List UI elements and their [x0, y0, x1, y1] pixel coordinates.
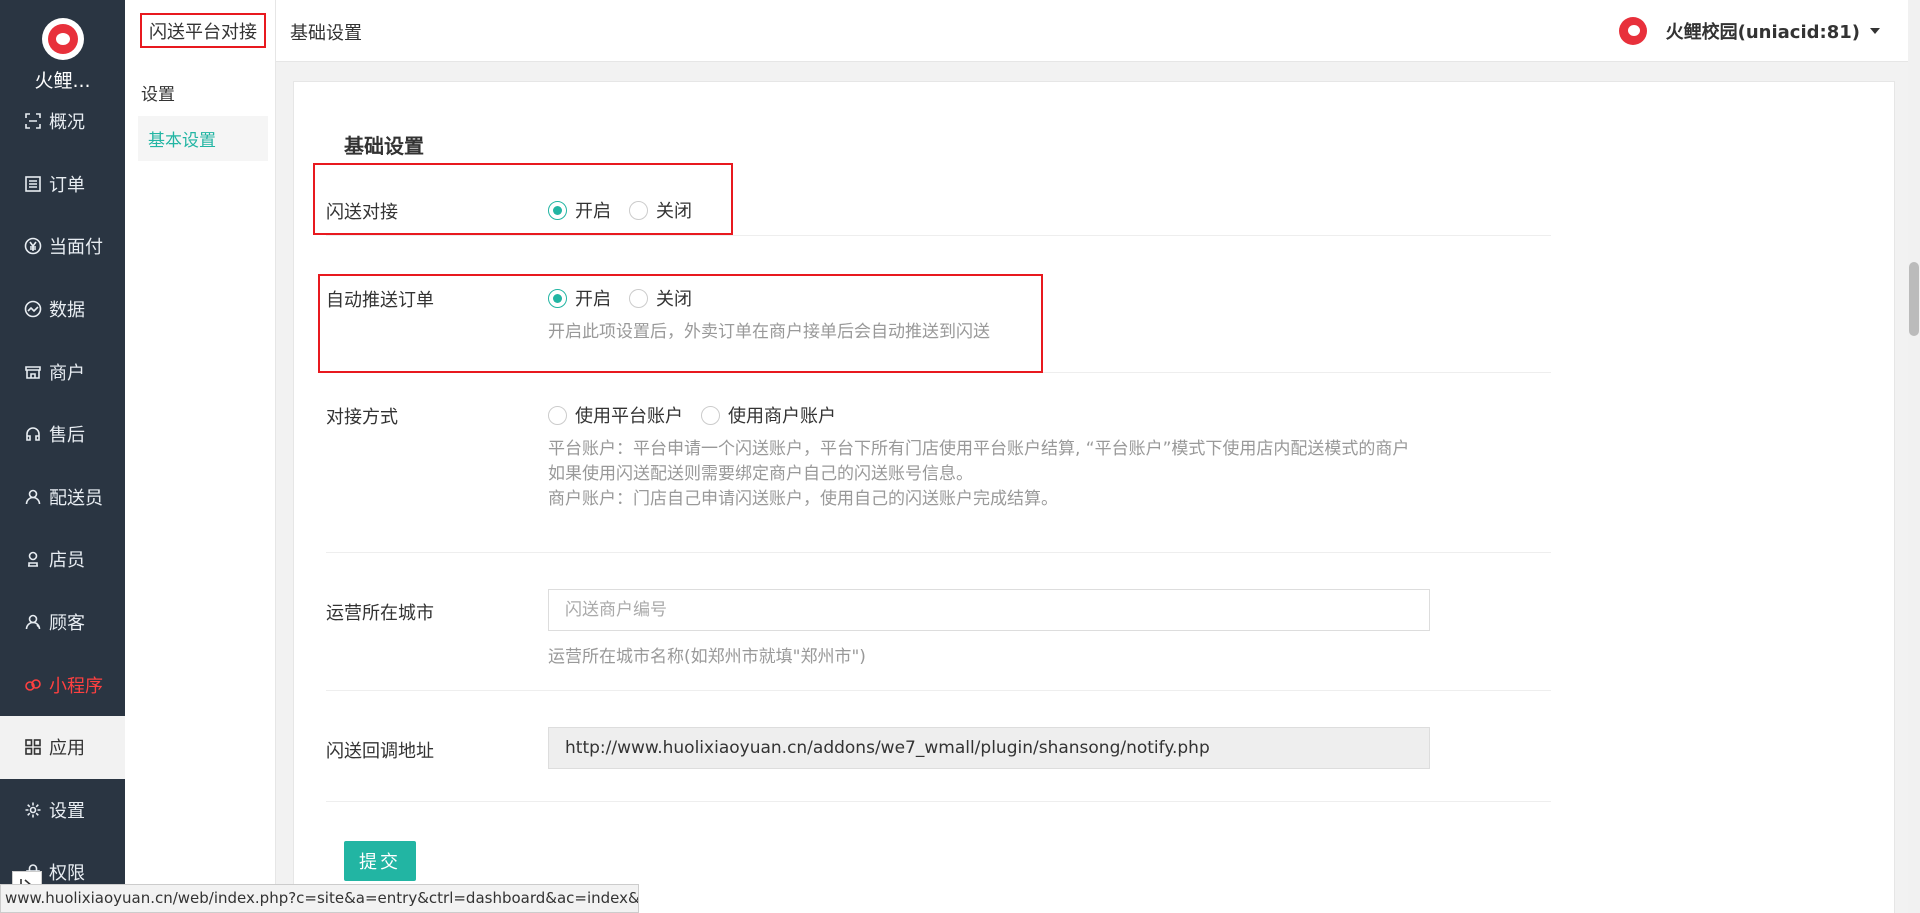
form-row-dock-method: 对接方式 使用平台账户 使用商户账户 平台账户：平台申请一个闪送账户，平台下所有… [326, 373, 1551, 553]
nav-label: 应用 [49, 738, 85, 760]
user-avatar [1618, 17, 1647, 45]
nav-label: 概况 [49, 112, 85, 134]
store-icon [23, 362, 43, 382]
nav-label: 订单 [49, 174, 85, 196]
headset-icon [23, 424, 43, 444]
field-label: 对接方式 [326, 407, 398, 428]
nav-item-overview[interactable]: 概况 [0, 90, 125, 153]
radio-label: 使用平台账户 [575, 406, 683, 427]
city-input[interactable] [548, 589, 1430, 631]
nav-label: 顾客 [49, 613, 85, 635]
page-scrollbar[interactable] [1908, 0, 1920, 913]
highlight-box-auto-push [318, 274, 1043, 373]
dock-method-help: 平台账户：平台申请一个闪送账户，平台下所有门店使用平台账户结算, “平台账户”模… [548, 437, 1409, 512]
main-sidebar: 火鲤... 概况 订单 当面付 数据 商户 售后 配送员 店员 顾客 小程序 应… [0, 0, 125, 913]
radio-dot [701, 405, 720, 425]
browser-status-url: www.huolixiaoyuan.cn/web/index.php?c=sit… [0, 884, 639, 913]
order-icon [23, 174, 43, 194]
nav-item-clerk[interactable]: 店员 [0, 528, 125, 591]
gear-icon [23, 800, 43, 820]
sub-sidebar-group: 设置 [141, 85, 175, 105]
nav-item-courier[interactable]: 配送员 [0, 466, 125, 529]
nav-item-customer[interactable]: 顾客 [0, 591, 125, 654]
scrollbar-thumb[interactable] [1909, 262, 1919, 336]
user-name: 火鲤校园(uniacid:81) [1665, 22, 1860, 43]
brand-name: 火鲤... [34, 70, 91, 92]
help-line: 商户账户：门店自己申请闪送账户，使用自己的闪送账户完成结算。 [548, 489, 1058, 509]
chevron-down-icon [1870, 28, 1880, 34]
nav-label: 数据 [49, 300, 85, 322]
help-line: 平台账户：平台申请一个闪送账户，平台下所有门店使用平台账户结算, “平台账户”模… [548, 439, 1410, 459]
radio-dock-method-merchant[interactable]: 使用商户账户 [701, 402, 836, 428]
sub-sidebar-title: 闪送平台对接 [140, 13, 266, 48]
form-row-city: 运营所在城市 运营所在城市名称(如郑州市就填"郑州市") [326, 553, 1551, 691]
field-label: 闪送回调地址 [326, 741, 434, 762]
nav-item-aftersale[interactable]: 售后 [0, 403, 125, 466]
chart-icon [23, 299, 43, 319]
radio-label: 使用商户账户 [728, 406, 836, 427]
top-header: 基础设置 火鲤校园(uniacid:81) [276, 0, 1920, 62]
dock-method-radio-group: 使用平台账户 使用商户账户 [548, 402, 854, 428]
field-label: 运营所在城市 [326, 603, 434, 624]
city-help: 运营所在城市名称(如郑州市就填"郑州市") [548, 647, 866, 667]
sub-sidebar: 闪送平台对接 设置 基本设置 [125, 0, 276, 913]
nav-item-facepay[interactable]: 当面付 [0, 215, 125, 278]
nav-label: 设置 [49, 800, 85, 822]
clerk-icon [23, 549, 43, 569]
nav-label: 权限 [49, 863, 85, 885]
callback-url-input[interactable] [548, 727, 1430, 769]
nav-item-miniapp[interactable]: 小程序 [0, 653, 125, 716]
highlight-box-shansong-dock [313, 163, 733, 235]
miniapp-icon [23, 675, 43, 695]
user-menu[interactable]: 火鲤校园(uniacid:81) [1618, 17, 1880, 45]
nav-label: 当面付 [49, 237, 103, 259]
apps-icon [23, 737, 43, 757]
courier-icon [23, 487, 43, 507]
radio-dock-method-platform[interactable]: 使用平台账户 [548, 402, 683, 428]
help-line: 如果使用闪送配送则需要绑定商户自己的闪送账号信息。 [548, 464, 973, 484]
nav-label: 小程序 [49, 675, 103, 697]
main-nav: 概况 订单 当面付 数据 商户 售后 配送员 店员 顾客 小程序 应用 设置 权… [0, 90, 125, 904]
submit-button[interactable]: 提交 [344, 841, 416, 881]
page-title: 基础设置 [290, 23, 362, 44]
nav-item-data[interactable]: 数据 [0, 278, 125, 341]
nav-label: 店员 [49, 550, 85, 572]
nav-label: 商户 [49, 362, 85, 384]
sub-sidebar-item-basic-settings[interactable]: 基本设置 [138, 116, 268, 161]
brand-logo [41, 18, 84, 60]
nav-item-orders[interactable]: 订单 [0, 153, 125, 216]
radio-dot [548, 405, 567, 425]
overview-icon [23, 111, 43, 131]
nav-item-merchant[interactable]: 商户 [0, 340, 125, 403]
yen-icon [23, 236, 43, 256]
nav-label: 配送员 [49, 487, 103, 509]
form-row-callback: 闪送回调地址 [326, 691, 1551, 802]
nav-label: 售后 [49, 425, 85, 447]
nav-item-apps[interactable]: 应用 [0, 715, 125, 779]
customer-icon [23, 612, 43, 632]
section-title: 基础设置 [344, 134, 424, 158]
nav-item-settings[interactable]: 设置 [0, 779, 125, 842]
